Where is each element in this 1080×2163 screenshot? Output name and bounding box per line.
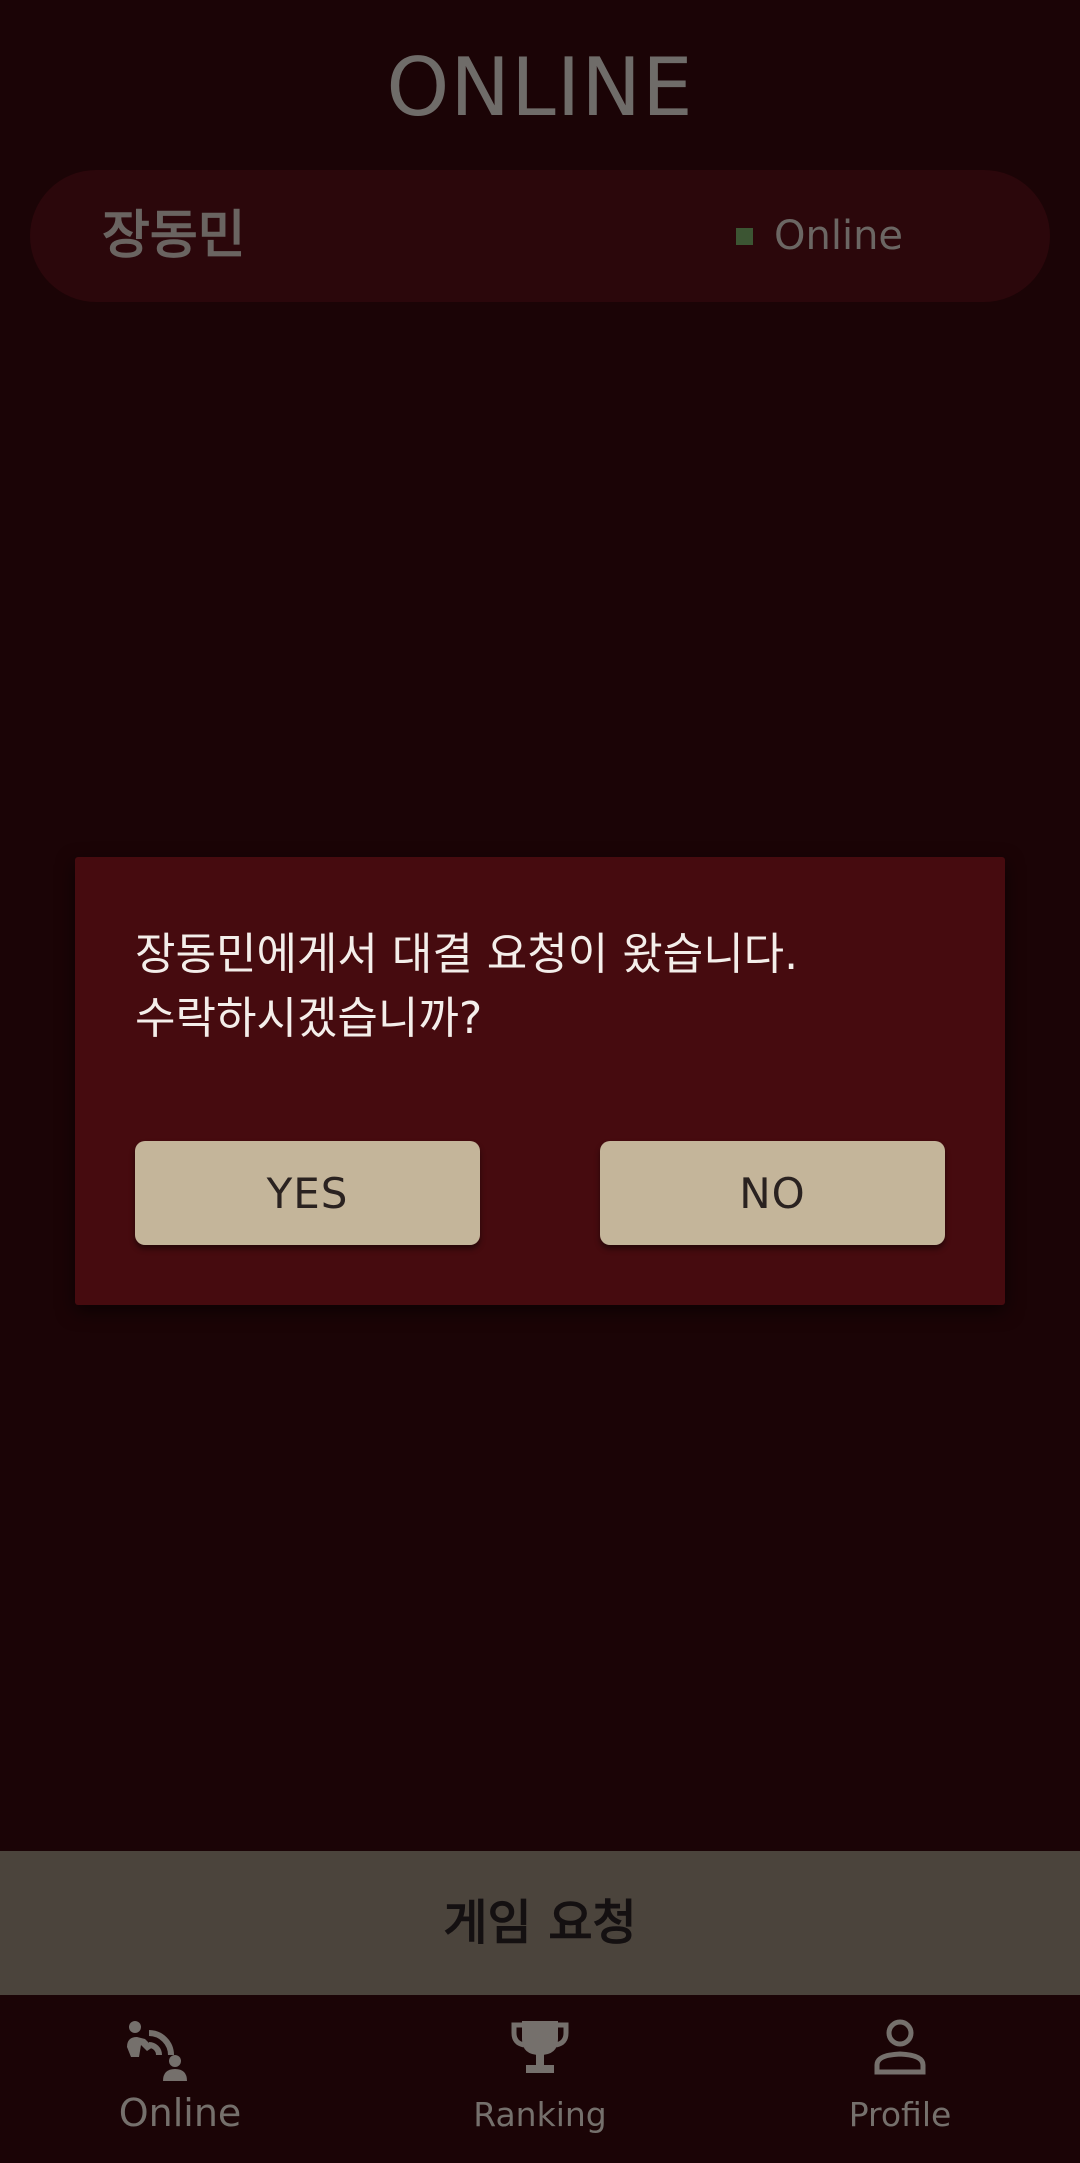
nav-item-profile[interactable]: Profile [720,1995,1080,2163]
nav-item-ranking[interactable]: Ranking [360,1995,720,2163]
no-button[interactable]: NO [600,1141,945,1245]
user-name: 장동민 [102,206,246,266]
trophy-icon [511,2021,569,2073]
online-status-indicator-icon [736,228,753,245]
bottom-nav: Online Ranking Profile [0,1995,1080,2163]
person-icon [874,2019,926,2075]
online-players-icon [127,2021,187,2081]
yes-button[interactable]: YES [135,1141,480,1245]
screen: ONLINE 장동민 Online 장동민에게서 대결 요청이 왔습니다. 수락… [0,0,1080,2163]
dialog-message: 장동민에게서 대결 요청이 왔습니다. 수락하시겠습니까? [135,923,965,1051]
user-list-item[interactable]: 장동민 Online [30,170,1050,302]
nav-label-profile: Profile [848,2095,952,2134]
game-request-button[interactable]: 게임 요청 [0,1851,1080,1995]
dialog-message-line1: 장동민에게서 대결 요청이 왔습니다. [135,929,799,980]
page-title: ONLINE [386,41,694,134]
challenge-request-dialog: 장동민에게서 대결 요청이 왔습니다. 수락하시겠습니까? YES NO [75,857,1005,1305]
user-status: Online [774,213,904,259]
dialog-message-line2: 수락하시겠습니까? [135,993,483,1044]
nav-item-online[interactable]: Online [0,1995,360,2163]
